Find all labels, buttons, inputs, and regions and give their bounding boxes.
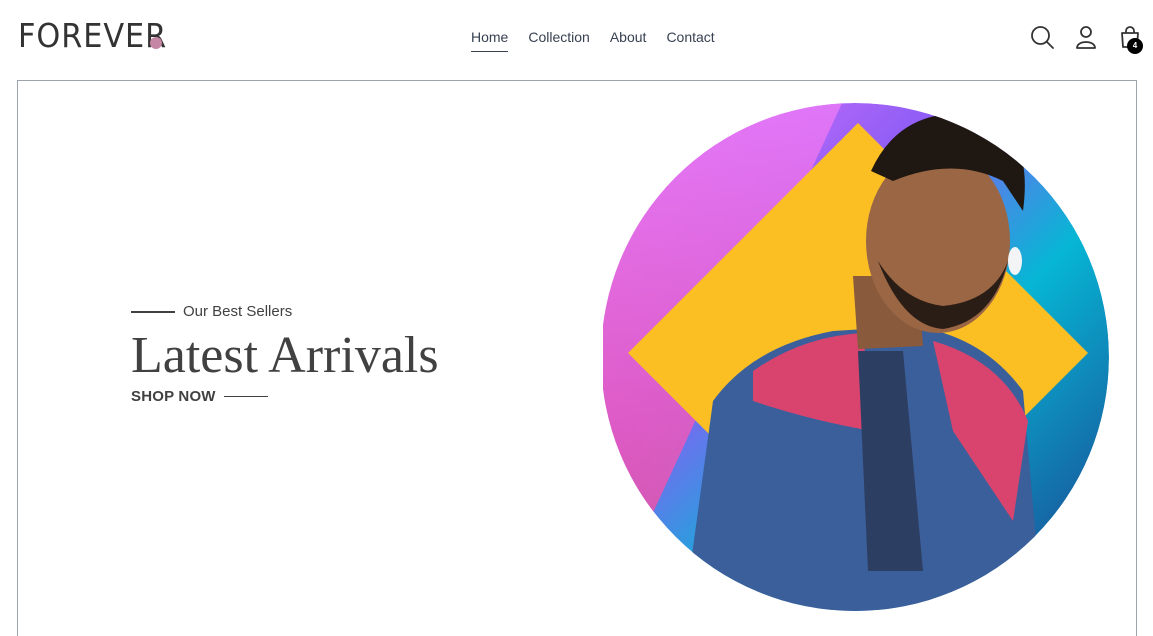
main-nav: Home Collection About Contact [471, 28, 715, 52]
eyebrow-row: Our Best Sellers [131, 303, 439, 320]
brand-logo[interactable]: FOREVER [18, 18, 167, 54]
profile-icon[interactable] [1073, 24, 1099, 50]
cart-icon[interactable]: 4 [1117, 24, 1143, 54]
shop-now-link[interactable]: SHOP NOW [131, 388, 439, 405]
hero-title: Latest Arrivals [131, 327, 439, 384]
nav-item-collection[interactable]: Collection [528, 28, 589, 46]
search-icon[interactable] [1029, 24, 1055, 50]
brand-logo-dot [150, 37, 162, 49]
header-icons: 4 [1029, 24, 1143, 54]
hero-image [601, 101, 1113, 621]
nav-item-about[interactable]: About [610, 28, 647, 46]
hero-banner: Our Best Sellers Latest Arrivals SHOP NO… [17, 80, 1137, 636]
eyebrow-label: Our Best Sellers [183, 303, 293, 320]
nav-item-home[interactable]: Home [471, 28, 509, 52]
site-header: FOREVER Home Collection About Contact 4 [0, 0, 1153, 80]
hero-text: Our Best Sellers Latest Arrivals SHOP NO… [131, 303, 439, 405]
cart-count-badge: 4 [1127, 38, 1143, 54]
shop-now-label[interactable]: SHOP NOW [131, 388, 216, 405]
shop-now-line [223, 395, 268, 398]
nav-item-contact[interactable]: Contact [666, 28, 714, 46]
eyebrow-line [131, 310, 175, 313]
